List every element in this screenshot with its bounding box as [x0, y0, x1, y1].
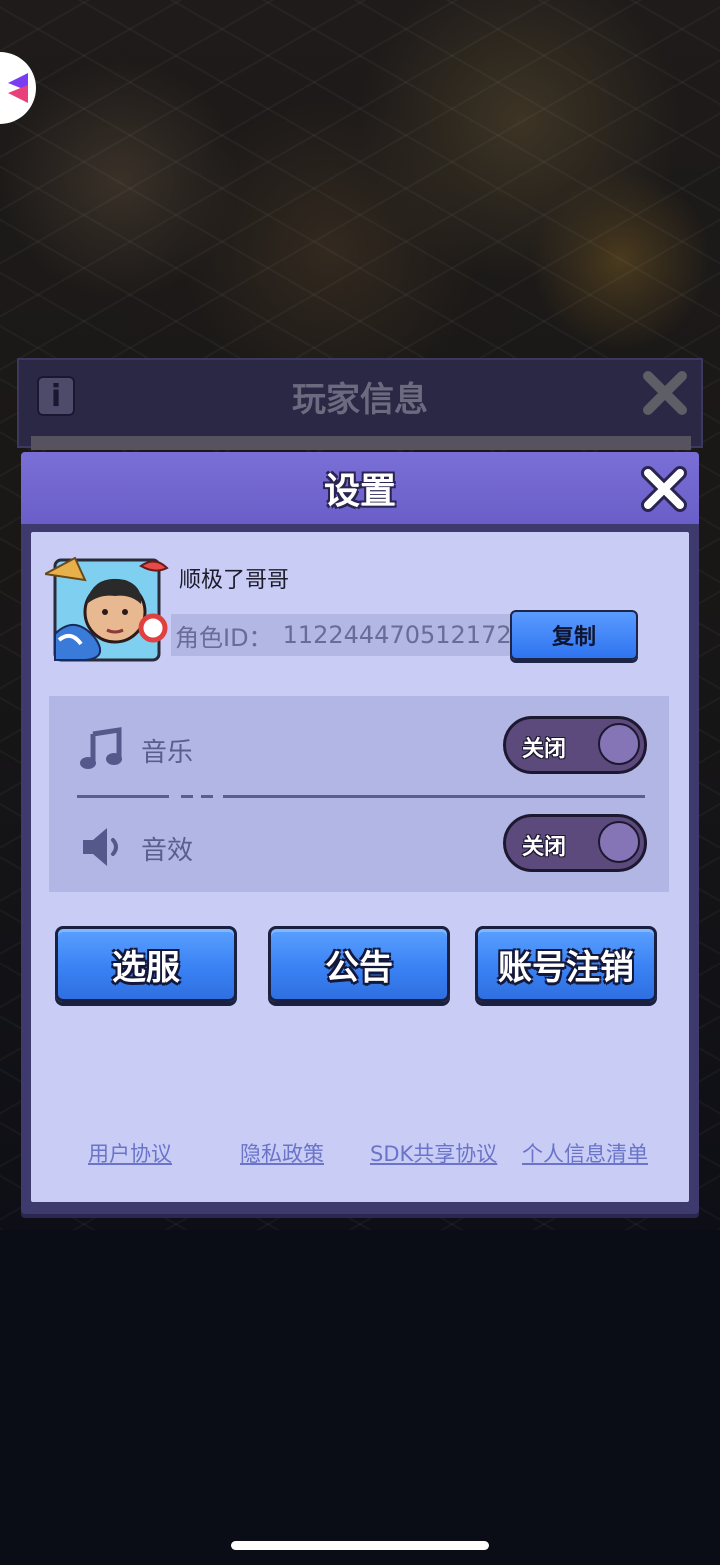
account-cancel-label: 账号注销 — [498, 947, 634, 988]
sound-effects-label: 音效 — [141, 836, 194, 866]
player-avatar[interactable] — [41, 554, 169, 666]
sound-effects-toggle[interactable]: 关闭 — [503, 814, 647, 872]
music-label: 音乐 — [141, 738, 194, 768]
privacy-policy-link[interactable]: 隐私政策 — [240, 1138, 324, 1168]
close-icon — [641, 466, 687, 512]
copy-button[interactable]: 复制 — [510, 610, 638, 660]
player-info-panel: i 玩家信息 — [17, 358, 703, 450]
audio-settings-panel: 音乐 关闭 音效 关闭 — [49, 696, 669, 892]
music-toggle-knob — [598, 723, 640, 765]
home-indicator[interactable] — [231, 1541, 489, 1550]
role-id-value: 112244470512172 — [282, 621, 512, 649]
sdk-sharing-link[interactable]: SDK共享协议 — [370, 1138, 497, 1168]
notice-button[interactable]: 公告 — [268, 926, 450, 1002]
settings-body: 顺极了哥哥 角色ID： 112244470512172 复制 音乐 关闭 音效 … — [31, 532, 689, 1202]
sound-effects-toggle-label: 关闭 — [522, 835, 567, 860]
account-cancel-button[interactable]: 账号注销 — [475, 926, 657, 1002]
role-id-label: 角色ID： — [175, 623, 273, 652]
player-info-close-button[interactable] — [641, 370, 689, 418]
server-select-button[interactable]: 选服 — [55, 926, 237, 1002]
settings-modal: 设置 顺极了哥哥 角色ID： 112244470512172 复制 音乐 关闭 … — [21, 452, 699, 1214]
player-info-header: i 玩家信息 — [19, 360, 701, 432]
player-info-strip — [31, 436, 691, 450]
info-icon[interactable]: i — [37, 376, 75, 416]
music-note-icon — [80, 727, 122, 769]
role-id-field: 角色ID： 112244470512172 — [171, 614, 512, 656]
copy-button-label: 复制 — [551, 625, 596, 650]
settings-header: 设置 — [21, 452, 699, 524]
server-select-label: 选服 — [112, 947, 180, 988]
user-agreement-link[interactable]: 用户协议 — [88, 1138, 172, 1168]
sound-effects-toggle-knob — [598, 821, 640, 863]
sound-effects-row: 音效 关闭 — [49, 800, 669, 890]
divider — [77, 795, 645, 798]
music-row: 音乐 关闭 — [49, 702, 669, 792]
app-logo-icon — [8, 73, 28, 103]
settings-close-button[interactable] — [639, 464, 689, 514]
avatar-image — [41, 556, 169, 662]
speaker-icon — [83, 828, 118, 866]
personal-info-list-link[interactable]: 个人信息清单 — [522, 1138, 648, 1168]
notice-label: 公告 — [325, 947, 393, 988]
close-icon — [643, 371, 687, 415]
settings-title: 设置 — [323, 471, 396, 512]
player-name: 顺极了哥哥 — [179, 568, 290, 593]
music-toggle[interactable]: 关闭 — [503, 716, 647, 774]
player-info-title: 玩家信息 — [292, 379, 428, 420]
music-toggle-label: 关闭 — [522, 737, 567, 762]
